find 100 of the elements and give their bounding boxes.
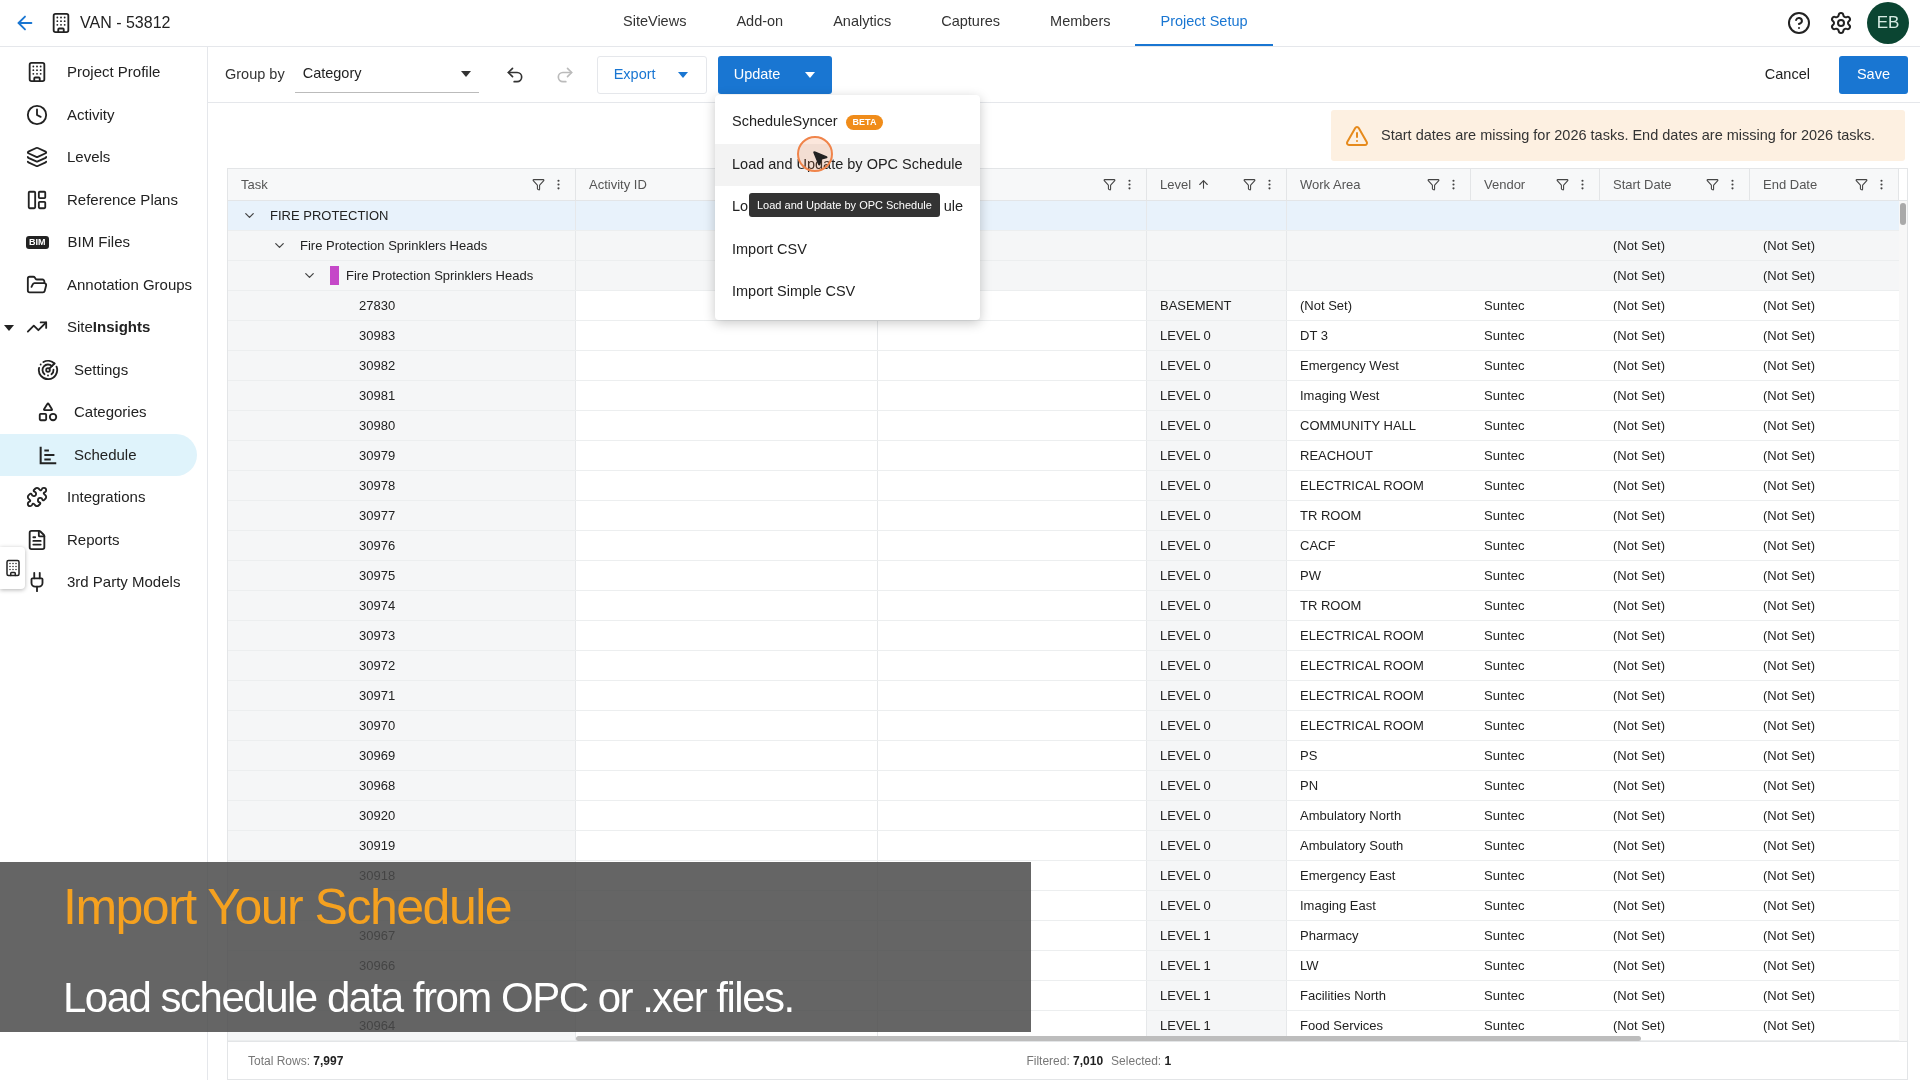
nav-tab[interactable]: Project Setup bbox=[1135, 0, 1273, 46]
menu-item-text[interactable]: ule bbox=[943, 196, 963, 219]
table-cell-text: 30970 bbox=[359, 716, 396, 735]
radar-icon bbox=[37, 358, 59, 381]
column-header[interactable]: Work Area bbox=[1287, 169, 1471, 200]
table-cell-text: Suntec bbox=[1484, 896, 1525, 915]
sidebar-item[interactable]: Reports bbox=[24, 518, 207, 561]
sidebar-item[interactable]: Integrations bbox=[24, 476, 207, 519]
sidebar-item[interactable]: Settings bbox=[0, 348, 207, 391]
table-cell-text: ELECTRICAL ROOM bbox=[1300, 716, 1424, 735]
table-cell-text: LEVEL 1 bbox=[1160, 1016, 1211, 1035]
sidebar-item[interactable]: Annotation Groups bbox=[24, 263, 207, 306]
vertical-scrollbar-thumb[interactable] bbox=[1900, 203, 1906, 225]
table-cell-text: (Not Set) bbox=[1763, 266, 1815, 285]
nav-tab[interactable]: Add-on bbox=[711, 0, 809, 46]
table-cell-text: (Not Set) bbox=[1613, 866, 1665, 885]
table-cell-text: (Not Set) bbox=[1613, 806, 1665, 825]
layers-icon bbox=[26, 146, 48, 169]
table-cell-text: (Not Set) bbox=[1613, 776, 1665, 795]
column-header[interactable]: Vendor bbox=[1471, 169, 1600, 200]
table-cell-text: Suntec bbox=[1484, 956, 1525, 975]
update-button[interactable]: Update bbox=[717, 55, 832, 94]
table-cell-text: (Not Set) bbox=[1763, 536, 1815, 555]
column-header[interactable]: Level bbox=[1147, 169, 1287, 200]
table-cell-text: (Not Set) bbox=[1300, 296, 1352, 315]
nav-tab[interactable]: Analytics bbox=[808, 0, 917, 46]
nav-tab[interactable]: Members bbox=[1025, 0, 1136, 46]
sidebar-item[interactable]: Schedule bbox=[0, 433, 197, 476]
table-cell-text: (Not Set) bbox=[1613, 326, 1665, 345]
user-avatar[interactable]: EB bbox=[1867, 2, 1909, 44]
sidebar-item[interactable]: BIM BIM Files bbox=[24, 221, 207, 264]
nav-tab[interactable]: Captures bbox=[916, 0, 1026, 46]
filter-icon[interactable] bbox=[1556, 178, 1569, 191]
project-title: VAN - 53812 bbox=[80, 13, 171, 33]
help-icon[interactable] bbox=[1787, 11, 1811, 35]
sidebar-item[interactable]: 3rd Party Models bbox=[24, 561, 207, 604]
filter-icon[interactable] bbox=[532, 178, 545, 191]
menu-item[interactable]: Import CSV bbox=[715, 228, 980, 271]
column-header[interactable]: Start Date bbox=[1600, 169, 1750, 200]
filter-icon[interactable] bbox=[1855, 178, 1868, 191]
table-cell-text: (Not Set) bbox=[1613, 536, 1665, 555]
table-cell-text: TR ROOM bbox=[1300, 506, 1362, 525]
table-cell-text: (Not Set) bbox=[1613, 596, 1665, 615]
cancel-button[interactable]: Cancel bbox=[1764, 63, 1810, 86]
table-cell-text: Suntec bbox=[1484, 596, 1525, 615]
table-cell-text: Suntec bbox=[1484, 566, 1525, 585]
table-cell-text: BASEMENT bbox=[1160, 296, 1232, 315]
table-cell-text: LEVEL 1 bbox=[1160, 926, 1211, 945]
table-cell-text: TR ROOM bbox=[1300, 596, 1362, 615]
sidebar-item[interactable]: Categories bbox=[0, 391, 207, 434]
save-button[interactable]: Save bbox=[1838, 55, 1908, 94]
sidebar-edge-tab[interactable] bbox=[0, 547, 25, 589]
horizontal-scrollbar-thumb[interactable] bbox=[576, 1036, 1641, 1041]
table-cell-text: LEVEL 0 bbox=[1160, 686, 1211, 705]
table-cell-text: Suntec bbox=[1484, 626, 1525, 645]
column-header[interactable]: Task bbox=[228, 169, 576, 200]
menu-item[interactable]: Import Simple CSV bbox=[715, 271, 980, 314]
sidebar-item[interactable]: Levels bbox=[24, 136, 207, 179]
table-cell-text: Fire Protection Sprinklers Heads bbox=[300, 236, 488, 255]
table-cell-text: (Not Set) bbox=[1763, 1016, 1815, 1035]
table-cell-text: (Not Set) bbox=[1613, 356, 1665, 375]
sidebar-item[interactable]: Project Profile bbox=[24, 51, 207, 94]
filtered-count-text: Filtered: 7,010 bbox=[1026, 1052, 1104, 1070]
table-cell-text: Suntec bbox=[1484, 356, 1525, 375]
table-cell-text: (Not Set) bbox=[1613, 716, 1665, 735]
filter-icon[interactable] bbox=[1706, 178, 1719, 191]
table-cell-text: (Not Set) bbox=[1763, 236, 1815, 255]
table-cell-text: (Not Set) bbox=[1613, 506, 1665, 525]
group-by-select[interactable]: Category bbox=[294, 56, 479, 93]
caret-icon bbox=[805, 71, 816, 78]
filter-icon[interactable] bbox=[1243, 178, 1256, 191]
sort-ascending-icon[interactable] bbox=[1197, 178, 1211, 191]
sidebar-item[interactable]: Reference Plans bbox=[24, 178, 207, 221]
column-header[interactable]: End Date bbox=[1750, 169, 1899, 200]
nav-tab[interactable]: SiteViews bbox=[598, 0, 712, 46]
beta-badge: BETA bbox=[845, 114, 884, 130]
table-cell-text: (Not Set) bbox=[1763, 386, 1815, 405]
sidebar-item[interactable]: Activity bbox=[24, 93, 207, 136]
table-cell-text: Emergency West bbox=[1300, 356, 1399, 375]
table-cell-text: 30971 bbox=[359, 686, 396, 705]
settings-icon[interactable] bbox=[1829, 11, 1853, 35]
table-cell-text: FIRE PROTECTION bbox=[270, 206, 389, 225]
table-cell-text: Suntec bbox=[1484, 716, 1525, 735]
filter-icon[interactable] bbox=[1103, 178, 1116, 191]
table-cell-text: 30982 bbox=[359, 356, 396, 375]
filter-icon[interactable] bbox=[1427, 178, 1440, 191]
menu-item[interactable]: ScheduleSyncer BETA bbox=[715, 101, 980, 144]
export-button[interactable]: Export bbox=[596, 55, 707, 94]
table-cell-text: (Not Set) bbox=[1763, 836, 1815, 855]
sidebar-item[interactable]: SiteInsights bbox=[24, 306, 207, 349]
menu-item-text[interactable]: Lo bbox=[732, 196, 749, 219]
table-cell-text: Fire Protection Sprinklers Heads bbox=[346, 266, 534, 285]
table-cell-text: (Not Set) bbox=[1763, 566, 1815, 585]
table-cell-text: Suntec bbox=[1484, 986, 1525, 1005]
table-cell-text: LEVEL 0 bbox=[1160, 866, 1211, 885]
table-cell-text: Pharmacy bbox=[1300, 926, 1359, 945]
warning-text: Start dates are missing for 2026 tasks. End dates are missing for 2026 tasks. bbox=[1381, 125, 1876, 145]
dropdown-caret-icon bbox=[460, 71, 471, 77]
table-cell-text: LW bbox=[1300, 956, 1319, 975]
undo-icon[interactable] bbox=[504, 64, 525, 85]
